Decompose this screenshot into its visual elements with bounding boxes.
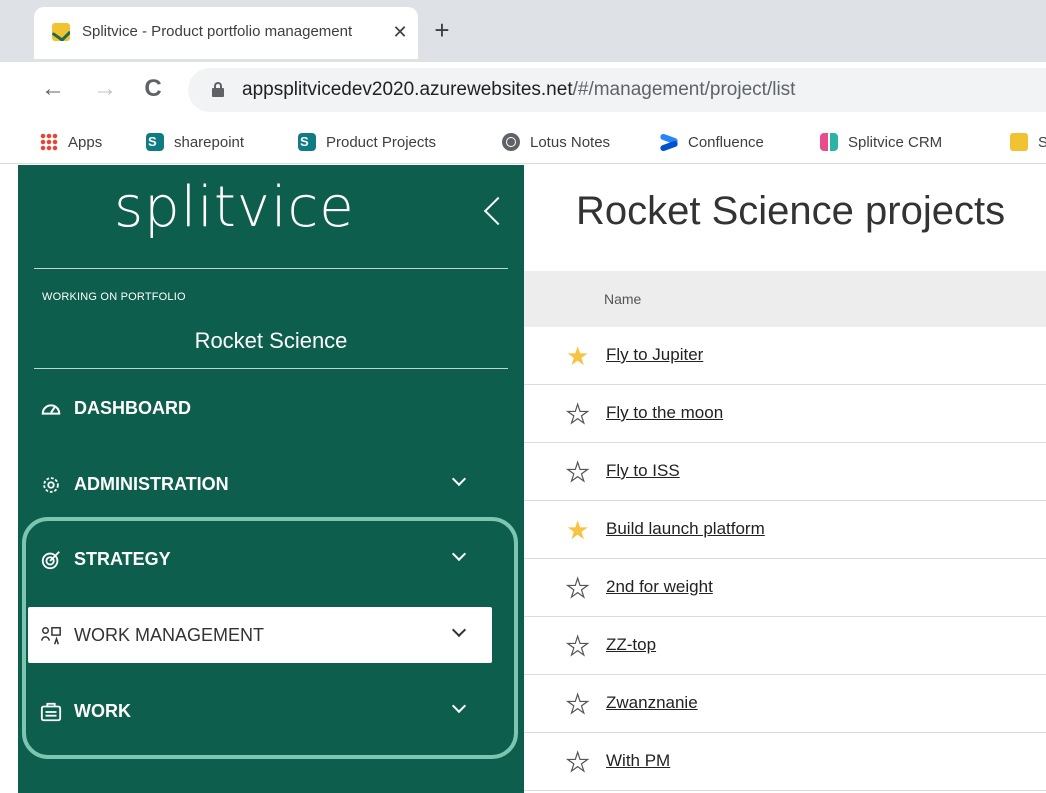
splitvice-icon (1010, 133, 1028, 151)
new-tab-button[interactable]: + (428, 16, 456, 44)
nav-label: WORK (74, 701, 131, 721)
apps-grid-icon (40, 133, 58, 151)
table-row: ★ ZZ-top (524, 617, 1046, 675)
bookmark-label: Product Projects (326, 133, 437, 151)
confluence-icon (660, 133, 678, 151)
gear-icon (43, 477, 59, 493)
forward-arrow-icon[interactable]: → (90, 74, 120, 104)
crm-icon (820, 133, 838, 151)
bookmark-apps[interactable]: Apps (40, 131, 102, 153)
bookmark-label: Splitvice CRM (848, 133, 943, 151)
tab-close-icon[interactable]: ✕ (389, 21, 411, 43)
chevron-down-icon (452, 547, 466, 561)
chevron-down-icon (452, 472, 466, 486)
chevron-down-icon (452, 699, 466, 713)
project-link[interactable]: Fly to Jupiter (606, 345, 703, 365)
reload-icon[interactable]: C (138, 74, 168, 104)
sharepoint-icon (298, 133, 316, 151)
project-link[interactable]: Zwanznanie (606, 693, 698, 713)
app: splitvice WORKING ON PORTFOLIO Rocket Sc… (18, 165, 1046, 793)
project-link[interactable]: 2nd for weight (606, 577, 713, 597)
star-outline-icon[interactable]: ★ (565, 574, 592, 601)
sidebar: splitvice WORKING ON PORTFOLIO Rocket Sc… (18, 165, 524, 793)
bookmark-label: S (1038, 134, 1046, 151)
browser-toolbar: ← → C appsplitvicedev2020.azurewebsites.… (0, 62, 1046, 118)
url-host: appsplitvicedev2020.azurewebsites.net (242, 79, 573, 100)
bookmark-product-projects[interactable]: Product Projects (298, 131, 436, 153)
lock-icon[interactable] (212, 82, 224, 97)
briefcase-icon (40, 702, 62, 722)
project-link[interactable]: With PM (606, 751, 670, 771)
portfolio-label: WORKING ON PORTFOLIO (42, 291, 186, 303)
star-outline-icon[interactable]: ★ (565, 632, 592, 659)
tab-title: Splitvice - Product portfolio management (82, 23, 382, 40)
star-filled-icon[interactable]: ★ (566, 517, 592, 543)
divider (34, 268, 508, 269)
star-outline-icon[interactable]: ★ (565, 690, 592, 717)
project-link[interactable]: Build launch platform (606, 519, 765, 539)
back-arrow-icon[interactable]: ← (38, 74, 68, 104)
sharepoint-icon (146, 133, 164, 151)
nav-work-management[interactable]: WORK MANAGEMENT (28, 607, 492, 663)
bookmark-label: Apps (68, 133, 103, 151)
table-row: ★ Fly to the moon (524, 385, 1046, 443)
bookmark-splitvice[interactable]: S (1010, 131, 1046, 153)
dashboard-gauge-icon (41, 404, 61, 415)
bookmarks-bar: Apps sharepoint Product Projects Lotus N… (0, 118, 1046, 164)
project-link[interactable]: Fly to the moon (606, 403, 723, 423)
table-row: ★ Fly to Jupiter (524, 327, 1046, 385)
table-row: ★ Build launch platform (524, 501, 1046, 559)
collapse-sidebar-icon[interactable] (478, 193, 508, 233)
nav-work[interactable]: WORK (28, 683, 492, 741)
divider (34, 368, 508, 369)
star-filled-icon[interactable]: ★ (566, 343, 592, 369)
project-link[interactable]: Fly to ISS (606, 461, 680, 481)
url-text[interactable]: appsplitvicedev2020.azurewebsites.net/#/… (242, 79, 795, 101)
browser-tab-strip: Splitvice - Product portfolio management… (0, 0, 1046, 62)
nav-label: DASHBOARD (74, 398, 191, 418)
nav-label: STRATEGY (74, 549, 171, 569)
table-row: ★ 2nd for weight (524, 559, 1046, 617)
star-outline-icon[interactable]: ★ (565, 748, 592, 775)
people-chart-icon (41, 627, 61, 645)
star-outline-icon[interactable]: ★ (565, 400, 592, 427)
project-link[interactable]: ZZ-top (606, 635, 656, 655)
main-content: Rocket Science projects Name ★ Fly to Ju… (524, 165, 1046, 793)
nav-dashboard[interactable]: DASHBOARD (28, 380, 492, 438)
portfolio-name[interactable]: Rocket Science (34, 328, 508, 354)
bookmark-lotus-notes[interactable]: Lotus Notes (502, 131, 610, 153)
splitvice-favicon-icon (52, 23, 70, 41)
browser-tab[interactable]: Splitvice - Product portfolio management… (34, 7, 418, 59)
table-row: ★ With PM (524, 733, 1046, 791)
bookmark-label: Confluence (688, 133, 764, 151)
bookmark-splitvice-crm[interactable]: Splitvice CRM (820, 131, 942, 153)
bookmark-confluence[interactable]: Confluence (660, 131, 764, 153)
chevron-down-icon (452, 623, 466, 637)
url-path: /#/management/project/list (572, 79, 796, 100)
column-header-name[interactable]: Name (604, 291, 641, 307)
bookmark-label: Lotus Notes (530, 133, 611, 151)
projects-table: Name ★ Fly to Jupiter ★ Fly to the moon … (524, 271, 1046, 791)
nav-strategy[interactable]: STRATEGY (28, 531, 492, 589)
page-title: Rocket Science projects (576, 189, 1006, 233)
table-row: ★ Fly to ISS (524, 443, 1046, 501)
nav-label: WORK MANAGEMENT (74, 625, 265, 645)
bookmark-sharepoint[interactable]: sharepoint (146, 131, 244, 153)
star-outline-icon[interactable]: ★ (565, 458, 592, 485)
nav-label: ADMINISTRATION (74, 474, 229, 494)
table-header: Name (524, 271, 1046, 327)
bookmark-label: sharepoint (174, 133, 245, 151)
address-bar[interactable]: appsplitvicedev2020.azurewebsites.net/#/… (188, 68, 1046, 112)
logo: splitvice (114, 175, 355, 240)
table-row: ★ Zwanznanie (524, 675, 1046, 733)
nav-administration[interactable]: ADMINISTRATION (28, 456, 492, 514)
globe-icon (502, 133, 520, 151)
target-icon (41, 551, 60, 570)
